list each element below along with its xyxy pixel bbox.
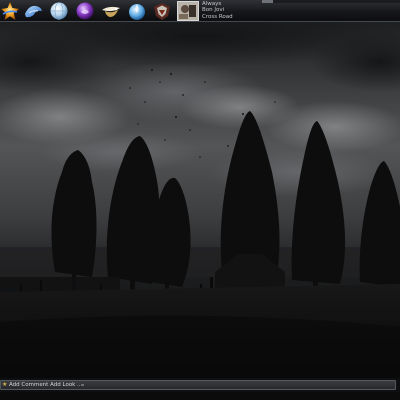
track-album: Cross Road [202,13,233,20]
lamp-icon[interactable] [101,1,121,21]
star-burst-icon[interactable] [0,1,20,21]
globe-icon[interactable] [49,1,69,21]
now-playing-info: Always Bon Jovi Cross Road [202,1,400,21]
purple-orb-icon[interactable] [75,1,95,21]
desktop-screen: Always Bon Jovi Cross Road ★ Add Comment… [0,0,400,400]
panel-shadow [0,392,400,400]
track-progress-fill [262,0,274,3]
water-drop-icon[interactable] [127,1,147,21]
album-art-thumbnail[interactable] [177,1,199,21]
star-icon[interactable]: ★ [2,381,9,389]
blue-bird-icon[interactable] [23,1,43,21]
comment-toolbar[interactable]: ★ Add Comment Add Look ... [0,380,396,390]
track-progress-bar[interactable] [262,0,400,3]
desktop-wallpaper [0,22,400,378]
top-dock: Always Bon Jovi Cross Road [0,0,400,22]
bottom-panel: ★ Add Comment Add Look ... [0,378,400,400]
emblem-icon[interactable] [152,1,172,21]
comment-label[interactable]: Add Comment Add Look ... [9,381,82,389]
resize-grip-icon[interactable] [81,384,84,386]
